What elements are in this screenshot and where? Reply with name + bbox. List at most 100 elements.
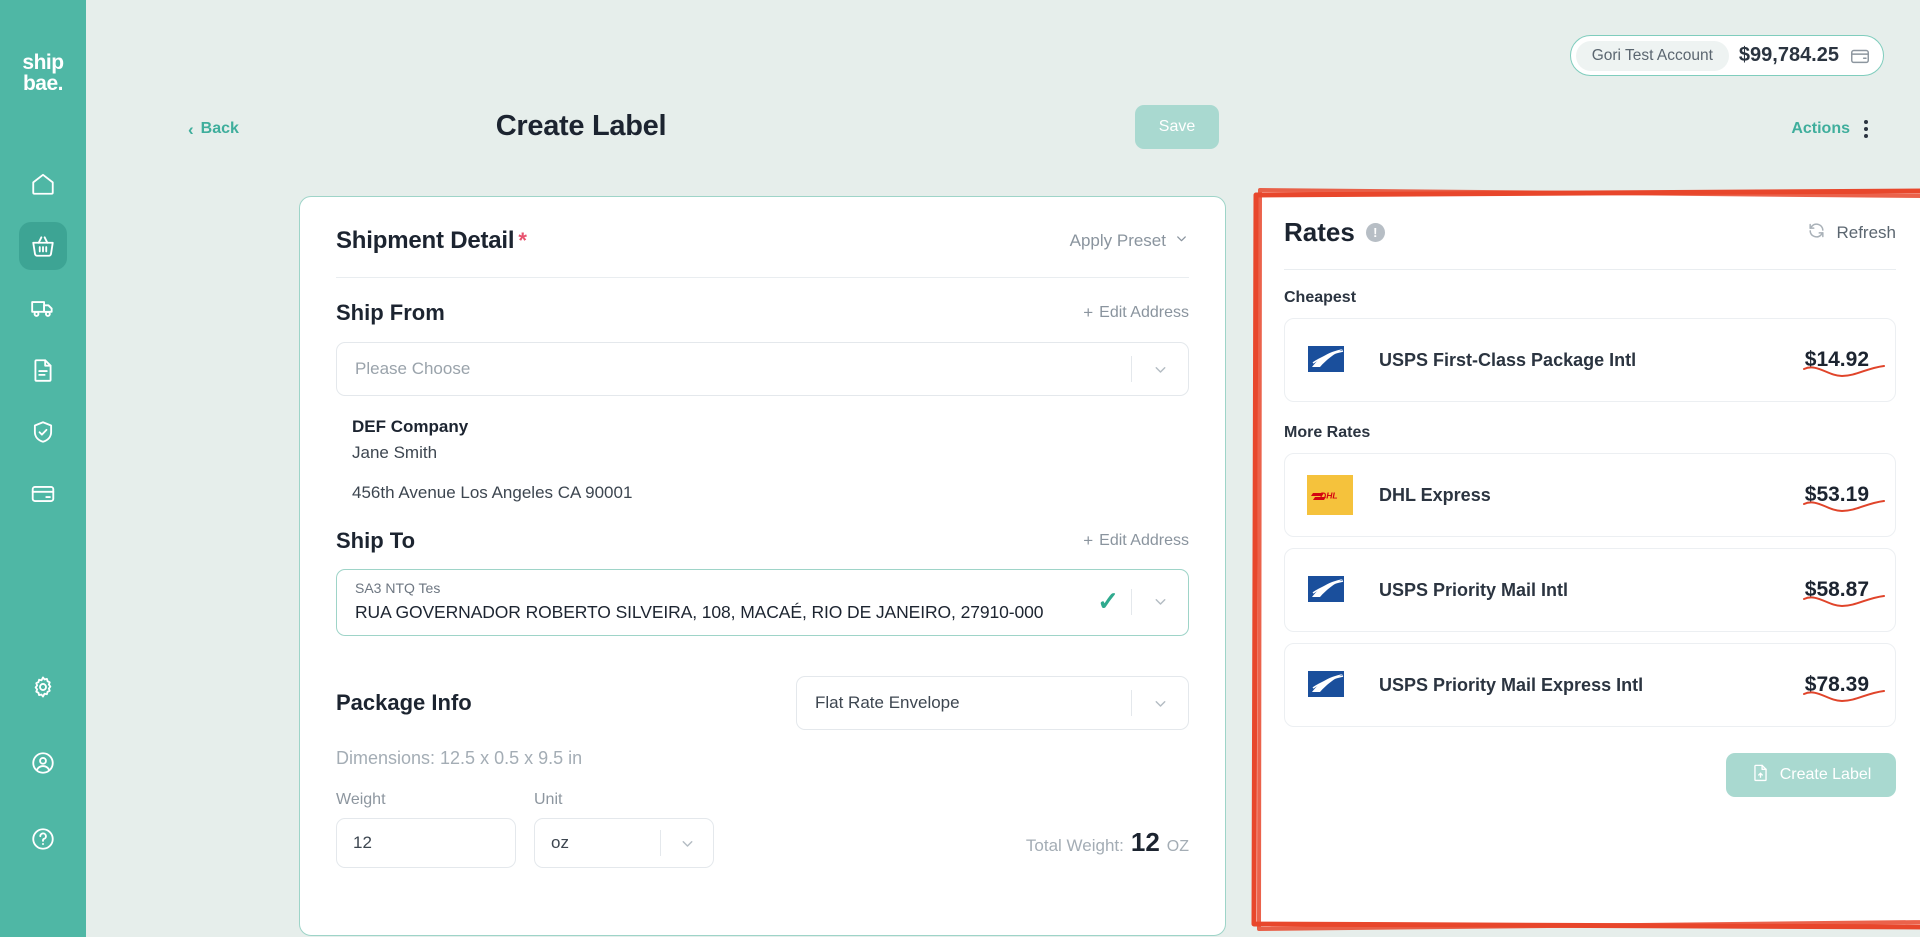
chevron-down-icon[interactable] [1132,361,1188,378]
logo-line-2: bae [22,72,58,95]
account-balance: $99,784.25 [1738,44,1839,66]
refresh-rates-button[interactable]: Refresh [1807,221,1896,245]
logo-dot: . [57,72,64,95]
ship-from-edit-address-button[interactable]: + Edit Address [1083,303,1189,323]
unit-value: oz [551,833,569,853]
ship-to-title: Ship To [336,528,416,554]
shipment-detail-title: Shipment Detail * [336,227,527,255]
ship-from-select[interactable]: Please Choose [336,342,1189,396]
rate-option-row[interactable]: DHL DHL Express $53.19 [1284,453,1896,537]
main-content: Gori Test Account $99,784.25 ‹ Back Crea… [86,0,1920,937]
usps-logo-icon [1307,572,1353,608]
user-circle-icon [30,750,56,776]
unit-select[interactable]: oz [534,818,714,869]
rate-option-row[interactable]: USPS First-Class Package Intl $14.92 [1284,318,1896,402]
rate-price-group: $53.19 [1802,483,1885,513]
highlight-squiggle-icon [1801,365,1887,385]
account-name: Gori Test Account [1575,40,1729,71]
sidebar-item-account[interactable] [19,739,67,787]
weight-input[interactable] [336,818,516,869]
chevron-down-icon[interactable] [661,835,713,852]
ship-from-title: Ship From [336,300,445,325]
usps-logo-icon [1307,342,1353,378]
total-weight-unit: OZ [1166,838,1189,856]
sidebar-item-billing[interactable] [19,470,67,518]
weight-field-group: Weight [336,791,516,869]
refresh-label: Refresh [1836,222,1896,242]
chevron-down-icon[interactable] [1132,695,1188,712]
sidebar-item-help[interactable] [19,815,67,863]
rates-panel: Rates ! Refresh Cheapest USPS First-Clas… [1254,191,1920,927]
weight-label: Weight [336,791,386,809]
package-type-select[interactable]: Flat Rate Envelope [796,676,1189,731]
actions-label: Actions [1791,120,1850,137]
create-label-text: Create Label [1779,766,1872,783]
vertical-dots-icon[interactable] [1864,120,1868,138]
sidebar: ship bae. [0,0,86,937]
account-balance-pill[interactable]: Gori Test Account $99,784.25 [1569,35,1884,76]
dhl-logo-icon: DHL [1307,475,1353,515]
rates-title: Rates [1284,217,1355,247]
ship-to-select[interactable]: SA3 NTQ Tes RUA GOVERNADOR ROBERTO SILVE… [336,569,1189,637]
rate-carrier-name: USPS Priority Mail Intl [1379,579,1569,600]
info-icon[interactable]: ! [1365,223,1385,242]
rate-price-group: $58.87 [1802,578,1885,608]
ship-to-header: Ship To + Edit Address [336,528,1189,554]
app-logo[interactable]: ship bae. [22,52,64,95]
home-icon [30,171,56,197]
apply-preset-label: Apply Preset [1069,231,1166,250]
highlight-squiggle-icon [1801,690,1887,710]
ship-from-address: 456th Avenue Los Angeles CA 90001 [352,482,633,502]
highlight-squiggle-icon [1801,500,1887,520]
ship-to-edit-address-button[interactable]: + Edit Address [1083,531,1189,551]
shield-check-icon [30,419,56,445]
ship-from-header: Ship From + Edit Address [336,300,1189,326]
ship-from-contact: Jane Smith [352,443,438,463]
unit-field-group: Unit oz [534,791,714,869]
wallet-icon[interactable] [1849,45,1871,67]
rate-price-group: $14.92 [1802,348,1885,378]
page-title: Create Label [495,110,667,142]
rate-option-row[interactable]: USPS Priority Mail Express Intl $78.39 [1284,643,1896,727]
more-rates-group-label: More Rates [1284,424,1371,441]
save-button[interactable]: Save [1135,105,1219,149]
credit-card-icon [30,481,56,507]
package-type-value: Flat Rate Envelope [815,693,960,713]
rates-title-group: Rates ! [1284,217,1385,248]
weight-row: Weight Unit oz Total Weight: 12 [336,791,1189,869]
rate-option-row[interactable]: USPS Priority Mail Intl $58.87 [1284,548,1896,632]
ship-to-value: SA3 NTQ Tes RUA GOVERNADOR ROBERTO SILVE… [355,578,1091,625]
rates-header: Rates ! Refresh [1284,217,1896,248]
sidebar-item-documents[interactable] [19,346,67,394]
gear-icon [30,674,56,700]
sidebar-item-home[interactable] [19,160,67,208]
sidebar-item-shipments[interactable] [19,284,67,332]
ship-to-address: RUA GOVERNADOR ROBERTO SILVEIRA, 108, MA… [355,602,1044,623]
help-circle-icon [30,826,56,852]
create-label-button[interactable]: Create Label [1726,753,1896,797]
usps-logo-icon [1307,667,1353,703]
shipment-detail-title-text: Shipment Detail [336,227,515,254]
document-icon [30,357,56,383]
actions-menu[interactable]: Actions [1791,120,1868,138]
ship-from-select-value: Please Choose [355,359,471,378]
divider [336,277,1189,278]
package-info-title: Package Info [336,690,472,716]
required-asterisk: * [518,228,527,253]
plus-icon: + [1083,303,1094,322]
sidebar-item-insurance[interactable] [19,408,67,456]
chevron-down-icon[interactable] [1132,593,1188,610]
chevron-down-icon [1174,231,1189,251]
sidebar-item-orders[interactable] [19,222,67,270]
check-icon: ✓ [1097,586,1119,617]
shipment-detail-header: Shipment Detail * Apply Preset [336,227,1189,255]
highlight-squiggle-icon [1801,595,1887,615]
sidebar-item-settings[interactable] [19,663,67,711]
app-root: ship bae. Gori Test Account $99,784.25 ‹… [0,0,1920,937]
plus-icon: + [1083,531,1094,551]
apply-preset-dropdown[interactable]: Apply Preset [1070,231,1189,251]
ship-from-edit-label: Edit Address [1099,304,1189,321]
ship-to-edit-label: Edit Address [1099,532,1189,550]
shipment-detail-card: Shipment Detail * Apply Preset Ship From … [299,196,1226,936]
rate-carrier-name: USPS Priority Mail Express Intl [1379,674,1644,695]
